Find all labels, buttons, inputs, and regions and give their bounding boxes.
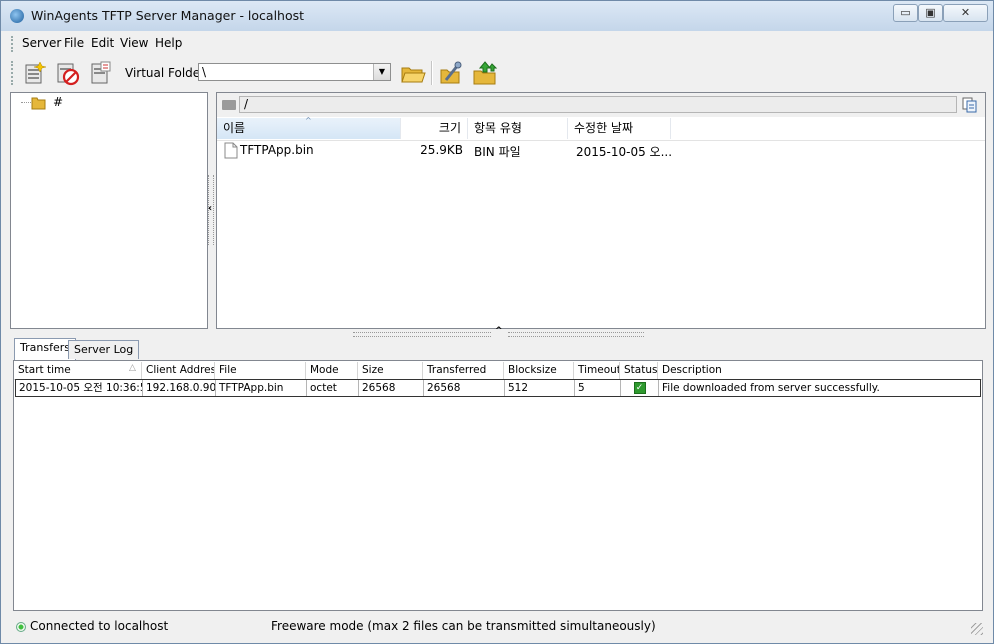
- connection-status: Connected to localhost: [30, 619, 169, 633]
- column-type[interactable]: 항목 유형: [468, 118, 568, 139]
- column-blocksize[interactable]: Blocksize: [504, 362, 574, 379]
- cell-mode: octet: [307, 380, 359, 396]
- title-bar[interactable]: WinAgents TFTP Server Manager - localhos…: [1, 1, 993, 31]
- status-bar: Connected to localhost Freeware mode (ma…: [10, 615, 985, 637]
- transfers-header: Start time △ Client Address File Mode Si…: [14, 362, 982, 380]
- file-modified: 2015-10-05 오...: [576, 145, 673, 159]
- menu-help[interactable]: Help: [155, 36, 182, 50]
- column-description[interactable]: Description: [658, 362, 982, 379]
- splitter-grip: [353, 332, 491, 337]
- tree-connector: [21, 102, 31, 103]
- upload-folder-icon[interactable]: [472, 60, 498, 86]
- cell-timeout: 5: [575, 380, 621, 396]
- folder-icon: [31, 95, 47, 114]
- splitter-grip: [508, 332, 644, 337]
- path-field[interactable]: /: [239, 96, 957, 113]
- column-size[interactable]: 크기: [401, 118, 468, 139]
- sort-ascending-icon: △: [129, 363, 136, 373]
- cell-blocksize: 512: [505, 380, 575, 396]
- add-server-icon[interactable]: [22, 60, 48, 86]
- cell-status: ✓: [621, 380, 659, 396]
- menu-edit[interactable]: Edit: [91, 36, 114, 50]
- file-name: TFTPApp.bin: [240, 143, 314, 157]
- virtual-folder-value: \: [202, 65, 207, 79]
- tree-root-label[interactable]: #: [53, 95, 63, 109]
- connection-status-icon: [16, 622, 26, 632]
- disable-server-icon[interactable]: [55, 60, 81, 86]
- menu-grip[interactable]: [11, 36, 16, 52]
- cell-client-address: 192.168.0.90:5: [143, 380, 216, 396]
- column-mode[interactable]: Mode: [306, 362, 358, 379]
- file-icon: [224, 142, 238, 162]
- freeware-mode-notice: Freeware mode (max 2 files can be transm…: [271, 619, 656, 633]
- menu-bar: Server File Edit View Help: [10, 33, 985, 55]
- tab-server-log[interactable]: Server Log: [68, 340, 140, 359]
- file-browser: / 이름 ^ 크기 항목 유형 수정한 날짜 TFTPApp.bin 25.9K…: [216, 92, 986, 329]
- file-size: 25.9KB: [420, 143, 463, 157]
- main-window: WinAgents TFTP Server Manager - localhos…: [0, 0, 994, 644]
- tab-strip: Transfers Server Log: [10, 338, 985, 360]
- minimize-button[interactable]: ▭: [893, 4, 918, 22]
- close-button[interactable]: ✕: [943, 4, 988, 22]
- toolbar-grip[interactable]: [11, 61, 16, 85]
- server-properties-icon[interactable]: [88, 60, 114, 86]
- app-icon: [10, 9, 24, 23]
- chevron-down-icon[interactable]: ▼: [373, 64, 390, 80]
- column-size[interactable]: Size: [358, 362, 423, 379]
- vertical-splitter[interactable]: ‹: [208, 92, 216, 329]
- menu-file[interactable]: File: [64, 36, 84, 50]
- list-item[interactable]: TFTPApp.bin 25.9KB BIN 파일 2015-10-05 오..…: [217, 142, 985, 160]
- toolbar: Virtual Folder: \ ▼: [10, 57, 985, 91]
- maximize-button[interactable]: ▣: [918, 4, 943, 22]
- column-start-time[interactable]: Start time: [14, 362, 142, 379]
- sort-ascending-icon: ^: [305, 116, 312, 125]
- open-folder-icon[interactable]: [400, 60, 426, 86]
- horizontal-splitter[interactable]: ^: [353, 326, 645, 337]
- virtual-folder-label: Virtual Folder:: [125, 66, 209, 80]
- copy-icon[interactable]: [962, 97, 978, 116]
- menu-view[interactable]: View: [120, 36, 148, 50]
- folder-icon: [222, 100, 236, 110]
- cell-transferred: 26568: [424, 380, 505, 396]
- virtual-folder-select[interactable]: \ ▼: [198, 63, 391, 81]
- success-check-icon: ✓: [633, 382, 646, 394]
- toolbar-separator: [431, 61, 433, 85]
- file-list-header: 이름 ^ 크기 항목 유형 수정한 날짜: [217, 116, 985, 141]
- file-type: BIN 파일: [474, 145, 521, 159]
- column-modified[interactable]: 수정한 날짜: [568, 118, 671, 139]
- window-title: WinAgents TFTP Server Manager - localhos…: [31, 8, 305, 23]
- cell-description: File downloaded from server successfully…: [662, 382, 880, 394]
- tab-transfers[interactable]: Transfers: [14, 338, 76, 360]
- chevron-up-icon[interactable]: ^: [495, 326, 503, 336]
- column-client-address[interactable]: Client Address: [142, 362, 215, 379]
- tools-icon[interactable]: [438, 60, 464, 86]
- resize-grip[interactable]: [971, 623, 983, 635]
- table-row[interactable]: 2015-10-05 오전 10:36:52 192.168.0.90:5 TF…: [15, 379, 981, 397]
- path-bar: /: [217, 93, 985, 117]
- cell-file: TFTPApp.bin: [216, 380, 307, 396]
- column-status[interactable]: Status: [620, 362, 658, 379]
- folder-tree[interactable]: #: [10, 92, 208, 329]
- chevron-left-icon[interactable]: ‹: [208, 203, 212, 214]
- cell-start-time: 2015-10-05 오전 10:36:52: [16, 380, 143, 396]
- menu-server[interactable]: Server: [22, 36, 61, 50]
- column-transferred[interactable]: Transferred: [423, 362, 504, 379]
- column-file[interactable]: File: [215, 362, 306, 379]
- transfers-table: Start time △ Client Address File Mode Si…: [13, 360, 983, 611]
- cell-size: 26568: [359, 380, 424, 396]
- column-timeout[interactable]: Timeout: [574, 362, 620, 379]
